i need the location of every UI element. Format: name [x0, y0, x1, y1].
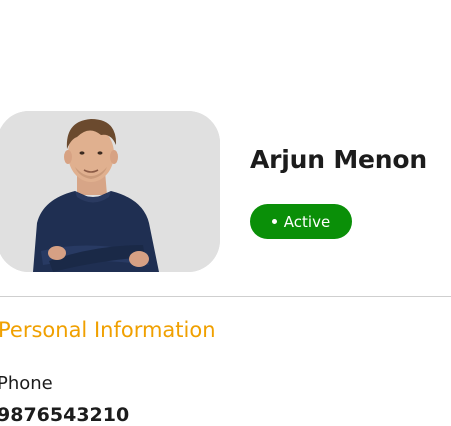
- profile-name: Arjun Menon: [250, 145, 427, 174]
- status-badge: Active: [250, 204, 352, 239]
- profile-header: Arjun Menon Active: [0, 0, 451, 297]
- avatar: [0, 111, 220, 272]
- divider: [0, 296, 451, 297]
- field-value-phone: 9876543210: [0, 404, 130, 426]
- status-label: Active: [283, 212, 331, 231]
- status-dot-icon: [271, 219, 277, 224]
- field-label-phone: Phone: [0, 373, 53, 394]
- person-photo: [0, 111, 220, 272]
- section-title: Personal Information: [0, 318, 216, 342]
